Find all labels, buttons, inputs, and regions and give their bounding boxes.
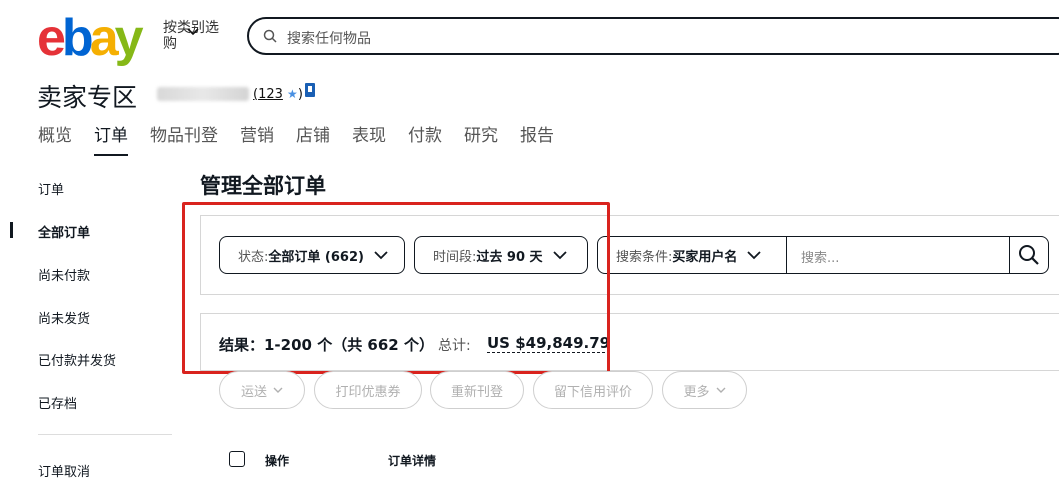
logo-letter-y: y [114,9,144,67]
select-all-checkbox[interactable] [229,451,245,467]
seller-hub-title: 卖家专区 [37,83,138,112]
search-criteria-key: 搜索条件: [616,249,673,265]
nav-research[interactable]: 研究 [464,121,498,156]
global-search-placeholder: 搜索任何物品 [287,31,371,47]
print-coupon-label: 打印优惠券 [335,384,401,400]
page-title: 管理全部订单 [200,174,326,198]
shop-by-category-label: 按类别选购 [163,20,219,52]
sidebar-item-paid-and-shipped[interactable]: 已付款并发货 [38,350,116,369]
logo-letter-a: a [89,9,119,67]
chevron-down-icon [187,28,199,36]
sidebar-divider [38,434,172,435]
nav-payments[interactable]: 付款 [408,121,442,156]
logo-letter-b: b [61,9,94,67]
leave-feedback-button[interactable]: 留下信用评价 [533,371,653,409]
store-icon[interactable] [304,82,316,98]
relist-button[interactable]: 重新刊登 [430,371,524,409]
chevron-down-icon [716,387,725,393]
print-coupon-button[interactable]: 打印优惠券 [314,371,422,409]
nav-orders[interactable]: 订单 [94,121,128,156]
nav-listings[interactable]: 物品刊登 [150,121,218,156]
sidebar-item-archived[interactable]: 已存档 [38,393,77,412]
chevron-down-icon [273,387,283,393]
leave-feedback-label: 留下信用评价 [553,384,632,400]
blurred-username [157,87,249,101]
feedback-score[interactable]: (123 ★) [253,87,303,102]
order-search-button[interactable] [1009,236,1049,274]
feedback-star-icon: ★ [287,87,298,101]
highlight-annotation-box [182,202,610,374]
sidebar-item-cancellations[interactable]: 订单取消 [38,461,90,480]
ebay-logo[interactable]: ebay [37,9,144,67]
chevron-down-icon [747,250,762,259]
search-icon [263,29,277,43]
sidebar-item-orders[interactable]: 订单 [38,179,64,198]
seller-hub-nav: 概览 订单 物品刊登 营销 店铺 表现 付款 研究 报告 [38,121,576,156]
sidebar-item-awaiting-shipment[interactable]: 尚未发货 [38,308,90,327]
table-header-actions: 操作 [265,454,290,468]
ship-action-label: 运送 [240,384,267,400]
nav-performance[interactable]: 表现 [352,121,386,156]
sidebar-item-awaiting-payment[interactable]: 尚未付款 [38,265,90,284]
feedback-close-paren: ) [297,87,303,102]
nav-store[interactable]: 店铺 [296,121,330,156]
sidebar-active-indicator [10,222,13,238]
nav-marketing[interactable]: 营销 [240,121,274,156]
global-search-input[interactable]: 搜索任何物品 [247,17,1059,55]
more-actions-button[interactable]: 更多 [662,371,747,409]
search-criteria-value: 买家用户名 [672,249,738,265]
feedback-score-value: 123 [258,87,283,102]
shop-by-category-button[interactable]: 按类别选购 [163,20,233,52]
nav-reports[interactable]: 报告 [520,121,554,156]
order-search-placeholder: 搜索... [801,251,840,266]
logo-letter-e: e [37,9,66,67]
nav-overview[interactable]: 概览 [38,121,72,156]
sidebar-item-all-orders[interactable]: 全部订单 [38,222,90,241]
relist-label: 重新刊登 [450,384,503,400]
ship-action-button[interactable]: 运送 [219,371,305,409]
search-criteria-dropdown[interactable]: 搜索条件: 买家用户名 [597,236,787,274]
search-icon [1019,245,1039,265]
more-actions-label: 更多 [683,384,710,400]
table-header-order-details: 订单详情 [388,454,437,468]
